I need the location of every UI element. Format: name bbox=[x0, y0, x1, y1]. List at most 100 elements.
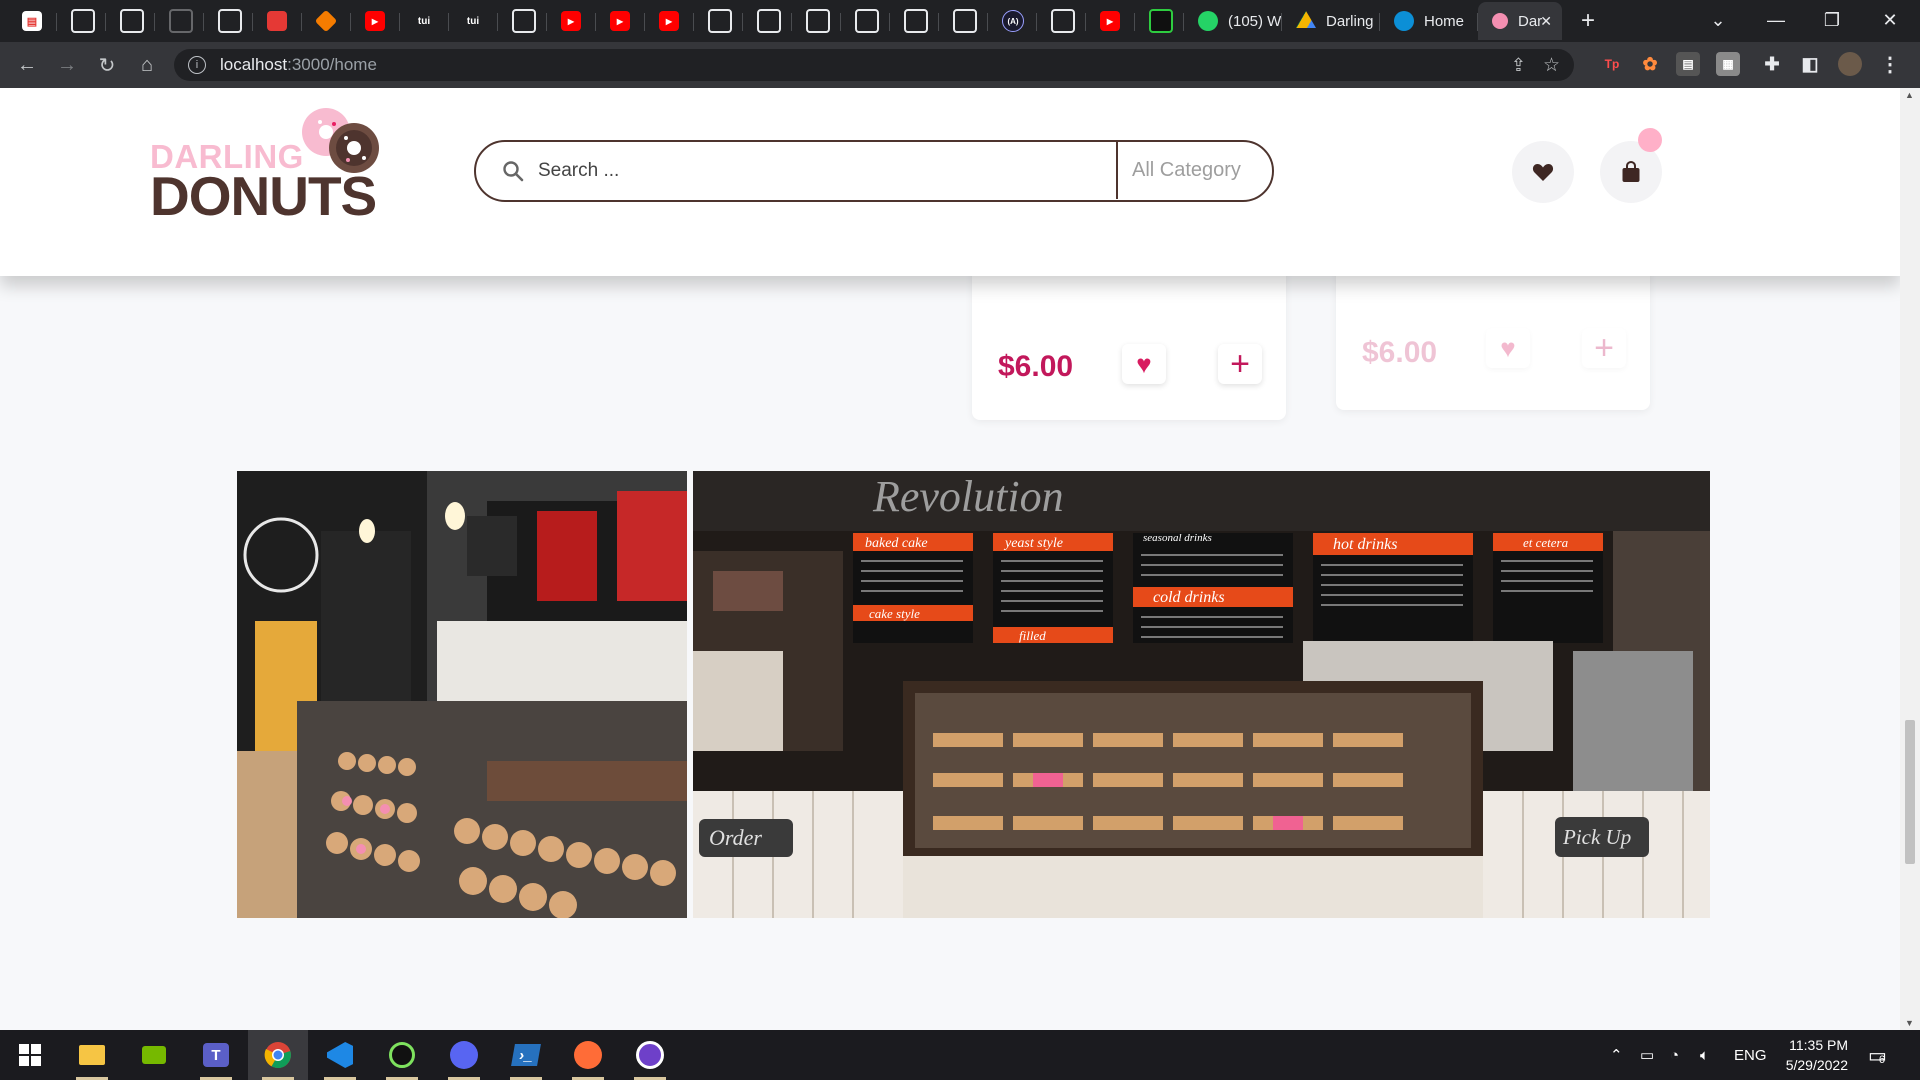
new-tab-button[interactable]: + bbox=[1572, 2, 1604, 40]
browser-tab[interactable] bbox=[498, 2, 547, 40]
browser-tab[interactable] bbox=[743, 2, 792, 40]
file-explorer-icon[interactable] bbox=[62, 1030, 122, 1080]
side-panel-icon[interactable]: ◧ bbox=[1798, 52, 1822, 76]
browser-tab[interactable] bbox=[694, 2, 743, 40]
wishlist-heart-icon[interactable]: ♥ bbox=[1486, 328, 1530, 368]
heart-icon bbox=[1532, 164, 1554, 181]
tui-icon: tui bbox=[466, 15, 480, 27]
browser-tab[interactable]: (105) W bbox=[1184, 2, 1282, 40]
scrollbar-thumb[interactable] bbox=[1905, 720, 1915, 864]
windows-start-icon[interactable] bbox=[0, 1030, 60, 1080]
add-to-cart-plus-icon[interactable]: + bbox=[1218, 344, 1262, 384]
search-icon[interactable] bbox=[502, 160, 524, 182]
browser-tab[interactable] bbox=[1135, 2, 1184, 40]
order-sign: Order bbox=[709, 825, 762, 850]
tab-search-icon[interactable]: ⌄ bbox=[1690, 0, 1746, 40]
site-info-icon[interactable]: i bbox=[188, 56, 206, 74]
browser-tab[interactable]: ▶ bbox=[596, 2, 645, 40]
page-scrollbar[interactable]: ▲ ▼ bbox=[1900, 88, 1920, 1030]
volume-icon[interactable]: 🔈︎ bbox=[1700, 1030, 1709, 1080]
menu-heading-4: hot drinks bbox=[1333, 536, 1397, 553]
donut-icon bbox=[1492, 13, 1508, 29]
extension-window-icon[interactable]: ▤ bbox=[1676, 52, 1700, 76]
category-select[interactable]: All Category bbox=[1116, 142, 1272, 199]
scroll-down-icon[interactable]: ▼ bbox=[1905, 1018, 1914, 1028]
url-host: localhost bbox=[220, 55, 288, 74]
nvidia-icon[interactable] bbox=[124, 1030, 184, 1080]
extension-puzzle-box-icon[interactable]: ▦ bbox=[1716, 52, 1740, 76]
back-icon[interactable]: ← bbox=[12, 50, 42, 80]
minimize-icon[interactable]: — bbox=[1748, 0, 1804, 40]
github-desktop-icon[interactable] bbox=[620, 1030, 680, 1080]
browser-tab[interactable]: Darling bbox=[1282, 2, 1380, 40]
menu-kebab-icon[interactable]: ⋮ bbox=[1878, 52, 1902, 76]
tui-icon: tui bbox=[417, 15, 431, 27]
battery-icon[interactable]: ▭ bbox=[1640, 1030, 1654, 1080]
clock[interactable]: 11:35 PM 5/29/2022 bbox=[1776, 1030, 1848, 1080]
obs-icon[interactable] bbox=[372, 1030, 432, 1080]
revolution-sign-text: Revolution bbox=[872, 472, 1064, 521]
browser-tab[interactable]: ▤ bbox=[8, 2, 57, 40]
browser-tab[interactable] bbox=[841, 2, 890, 40]
browser-tab[interactable] bbox=[106, 2, 155, 40]
extension-cookie-icon[interactable]: ✿ bbox=[1638, 52, 1662, 76]
restore-icon[interactable]: ❐ bbox=[1804, 0, 1860, 40]
forward-icon[interactable]: → bbox=[52, 50, 82, 80]
scroll-up-icon[interactable]: ▲ bbox=[1905, 90, 1914, 100]
add-to-cart-plus-icon[interactable]: + bbox=[1582, 328, 1626, 368]
extensions-icon[interactable]: ✚ bbox=[1760, 52, 1784, 76]
share-icon[interactable]: ⇪ bbox=[1511, 55, 1526, 76]
tab-title: Home bbox=[1424, 12, 1465, 30]
postman-icon[interactable] bbox=[558, 1030, 618, 1080]
menu-heading-5: cold drinks bbox=[1153, 589, 1225, 606]
windows-taskbar: T ›_ ⌃ ▭ ◔ 🔈︎ ENG 11:35 PM 5/29/2022 ▭ 6 bbox=[0, 1030, 1920, 1080]
github-icon bbox=[71, 9, 95, 33]
browser-tab[interactable]: Home bbox=[1380, 2, 1478, 40]
home-icon[interactable]: ⌂ bbox=[132, 50, 162, 80]
bookmark-star-icon[interactable]: ☆ bbox=[1543, 54, 1560, 77]
google-drive-icon bbox=[1296, 11, 1316, 28]
orange-box-icon bbox=[314, 9, 338, 33]
youtube-icon: ▶ bbox=[365, 11, 385, 31]
extension-tp-icon[interactable]: Tp bbox=[1600, 52, 1624, 76]
browser-tab[interactable] bbox=[1037, 2, 1086, 40]
close-window-icon[interactable]: ✕ bbox=[1862, 0, 1918, 40]
tab-title: Darling bbox=[1326, 12, 1374, 30]
browser-tab[interactable]: ▶ bbox=[547, 2, 596, 40]
browser-tab[interactable] bbox=[792, 2, 841, 40]
browser-tab[interactable] bbox=[890, 2, 939, 40]
darling-donuts-logo[interactable]: DARLING DONUTS bbox=[150, 100, 390, 227]
wifi-icon[interactable]: ◔ bbox=[1670, 1030, 1679, 1080]
browser-tab[interactable]: ▶ bbox=[645, 2, 694, 40]
browser-tab[interactable]: ▶ bbox=[1086, 2, 1135, 40]
browser-tab[interactable]: ▶ bbox=[351, 2, 400, 40]
profile-avatar-icon[interactable] bbox=[1838, 52, 1862, 76]
browser-tab-strip: ▤ ▶ tui tui ▶ ▶ ▶ (A) ▶ (105) W Darling Home Dar ✕ + ⌄… bbox=[0, 0, 1920, 42]
vscode-icon[interactable] bbox=[310, 1030, 370, 1080]
language-indicator[interactable]: ENG bbox=[1734, 1030, 1767, 1080]
github-icon bbox=[120, 9, 144, 33]
discord-icon[interactable] bbox=[434, 1030, 494, 1080]
menu-heading-3: seasonal drinks bbox=[1143, 532, 1212, 544]
browser-tab[interactable]: tui bbox=[449, 2, 498, 40]
browser-tab[interactable] bbox=[57, 2, 106, 40]
browser-tab[interactable]: (A) bbox=[988, 2, 1037, 40]
powershell-icon[interactable]: ›_ bbox=[496, 1030, 556, 1080]
close-tab-icon[interactable]: ✕ bbox=[1540, 13, 1552, 30]
browser-tab[interactable] bbox=[253, 2, 302, 40]
tray-chevron-icon[interactable]: ⌃ bbox=[1610, 1030, 1623, 1080]
chrome-icon[interactable] bbox=[248, 1030, 308, 1080]
browser-tab[interactable] bbox=[204, 2, 253, 40]
browser-tab[interactable] bbox=[939, 2, 988, 40]
youtube-icon: ▶ bbox=[561, 11, 581, 31]
browser-tab[interactable] bbox=[155, 2, 204, 40]
address-bar[interactable]: i localhost:3000/home ⇪ ☆ bbox=[174, 49, 1574, 81]
browser-tab[interactable] bbox=[302, 2, 351, 40]
wishlist-button[interactable] bbox=[1512, 141, 1574, 203]
wishlist-heart-icon[interactable]: ♥ bbox=[1122, 344, 1166, 384]
reload-icon[interactable]: ↻ bbox=[92, 50, 122, 80]
browser-tab[interactable]: Dar ✕ bbox=[1478, 2, 1562, 40]
teams-icon[interactable]: T bbox=[186, 1030, 246, 1080]
browser-tab[interactable]: tui bbox=[400, 2, 449, 40]
notifications-icon[interactable]: ▭ 6 bbox=[1868, 1030, 1887, 1080]
